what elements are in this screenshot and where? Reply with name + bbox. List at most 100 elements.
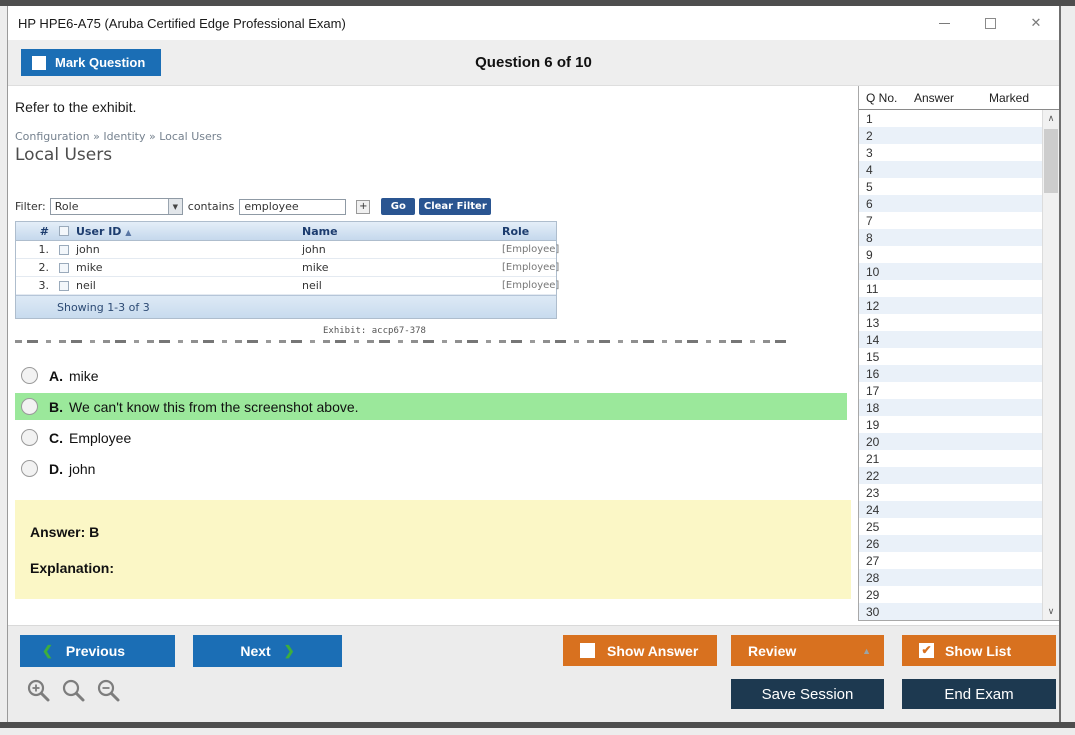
local-user-row: 1. john john [Employee] [16, 241, 556, 259]
save-session-button[interactable]: Save Session [731, 679, 884, 709]
question-list-row[interactable]: 2 [859, 127, 1042, 144]
question-number: 28 [866, 571, 914, 585]
question-list-row[interactable]: 25 [859, 518, 1042, 535]
question-list-row[interactable]: 7 [859, 212, 1042, 229]
mark-question-checkbox[interactable] [32, 56, 46, 70]
question-list-row[interactable]: 20 [859, 433, 1042, 450]
option-text: mike [69, 368, 99, 384]
mark-question-label: Mark Question [55, 55, 145, 70]
scrollbar[interactable]: ∧ ∨ [1042, 110, 1059, 620]
question-list-panel: Q No. Answer Marked 1 2 3 4 5 6 7 8 [858, 86, 1059, 621]
add-filter-button[interactable]: + [356, 200, 370, 214]
question-list-row[interactable]: 22 [859, 467, 1042, 484]
row-number: 2. [16, 261, 52, 274]
radio-button-icon[interactable] [21, 367, 38, 384]
chevron-right-icon: ❯ [284, 643, 295, 659]
question-list-row[interactable]: 12 [859, 297, 1042, 314]
review-label: Review [748, 643, 796, 659]
question-list-row[interactable]: 24 [859, 501, 1042, 518]
radio-button-icon[interactable] [21, 460, 38, 477]
review-button[interactable]: Review ▲ [731, 635, 884, 666]
filter-value-input[interactable]: employee [239, 199, 346, 215]
question-list-row[interactable]: 10 [859, 263, 1042, 280]
option-text: We can't know this from the screenshot a… [69, 399, 359, 415]
question-number: 12 [866, 299, 914, 313]
question-list-row[interactable]: 5 [859, 178, 1042, 195]
row-checkbox[interactable] [59, 245, 69, 255]
previous-button[interactable]: ❮ Previous [20, 635, 175, 667]
go-button[interactable]: Go [381, 198, 415, 215]
maximize-button[interactable] [967, 6, 1013, 40]
show-list-checkbox[interactable]: ✔ [919, 643, 934, 658]
question-list-row[interactable]: 27 [859, 552, 1042, 569]
answer-option[interactable]: D. john [15, 455, 847, 482]
answer-option[interactable]: B. We can't know this from the screensho… [15, 393, 847, 420]
question-list-row[interactable]: 23 [859, 484, 1042, 501]
col-header-num: # [16, 225, 52, 238]
question-list-row[interactable]: 17 [859, 382, 1042, 399]
option-text: john [69, 461, 95, 477]
mark-question-button[interactable]: Mark Question [21, 49, 161, 76]
sort-asc-icon[interactable]: ▲ [125, 228, 131, 237]
title-bar: HP HPE6-A75 (Aruba Certified Edge Profes… [8, 6, 1059, 40]
filter-field-value: Role [55, 200, 79, 213]
question-number: 16 [866, 367, 914, 381]
filter-field-select[interactable]: Role ▼ [50, 198, 183, 215]
question-list-row[interactable]: 18 [859, 399, 1042, 416]
zoom-out-icon[interactable] [96, 678, 122, 704]
select-all-checkbox[interactable] [59, 226, 69, 236]
row-checkbox[interactable] [59, 263, 69, 273]
question-list-row[interactable]: 28 [859, 569, 1042, 586]
window-frame-bottom [0, 722, 1075, 728]
question-list-row[interactable]: 15 [859, 348, 1042, 365]
question-list-row[interactable]: 9 [859, 246, 1042, 263]
question-list-row[interactable]: 21 [859, 450, 1042, 467]
clear-filter-button[interactable]: Clear Filter [419, 198, 491, 215]
question-list-header: Q No. Answer Marked [859, 86, 1059, 110]
local-user-row: 3. neil neil [Employee] [16, 277, 556, 295]
question-header: Mark Question Question 6 of 10 [8, 40, 1059, 86]
name-cell: mike [302, 261, 502, 274]
zoom-in-icon[interactable] [26, 678, 52, 704]
question-list-row[interactable]: 26 [859, 535, 1042, 552]
scrollbar-thumb[interactable] [1044, 129, 1058, 193]
show-answer-button[interactable]: Show Answer [563, 635, 717, 666]
question-list-row[interactable]: 30 [859, 603, 1042, 620]
scroll-down-icon[interactable]: ∨ [1043, 603, 1059, 620]
col-answer: Answer [914, 91, 989, 105]
question-list-row[interactable]: 8 [859, 229, 1042, 246]
question-list-row[interactable]: 6 [859, 195, 1042, 212]
user-id-cell: john [76, 243, 302, 256]
question-list-row[interactable]: 16 [859, 365, 1042, 382]
question-list-row[interactable]: 1 [859, 110, 1042, 127]
show-list-label: Show List [945, 643, 1011, 659]
question-list-row[interactable]: 4 [859, 161, 1042, 178]
question-list-row[interactable]: 19 [859, 416, 1042, 433]
question-list-row[interactable]: 11 [859, 280, 1042, 297]
question-list-row[interactable]: 29 [859, 586, 1042, 603]
question-number: 6 [866, 197, 914, 211]
col-header-name: Name [302, 225, 502, 238]
table-footer: Showing 1-3 of 3 [16, 295, 556, 318]
show-answer-label: Show Answer [607, 643, 698, 659]
minimize-button[interactable] [921, 6, 967, 40]
close-icon: ✕ [1031, 15, 1042, 31]
question-list-row[interactable]: 14 [859, 331, 1042, 348]
radio-button-icon[interactable] [21, 398, 38, 415]
end-exam-button[interactable]: End Exam [902, 679, 1056, 709]
show-list-button[interactable]: ✔ Show List [902, 635, 1056, 666]
row-checkbox[interactable] [59, 281, 69, 291]
question-list-row[interactable]: 13 [859, 314, 1042, 331]
answer-option[interactable]: A. mike [15, 362, 847, 389]
user-id-cell: neil [76, 279, 302, 292]
scroll-up-icon[interactable]: ∧ [1043, 110, 1059, 127]
question-list-row[interactable]: 3 [859, 144, 1042, 161]
next-button[interactable]: Next ❯ [193, 635, 342, 667]
close-button[interactable]: ✕ [1013, 6, 1059, 40]
show-answer-checkbox[interactable] [580, 643, 595, 658]
col-marked: Marked [989, 91, 1049, 105]
zoom-reset-icon[interactable] [61, 678, 87, 704]
dropdown-arrow-icon[interactable]: ▼ [168, 199, 182, 214]
radio-button-icon[interactable] [21, 429, 38, 446]
answer-option[interactable]: C. Employee [15, 424, 847, 451]
